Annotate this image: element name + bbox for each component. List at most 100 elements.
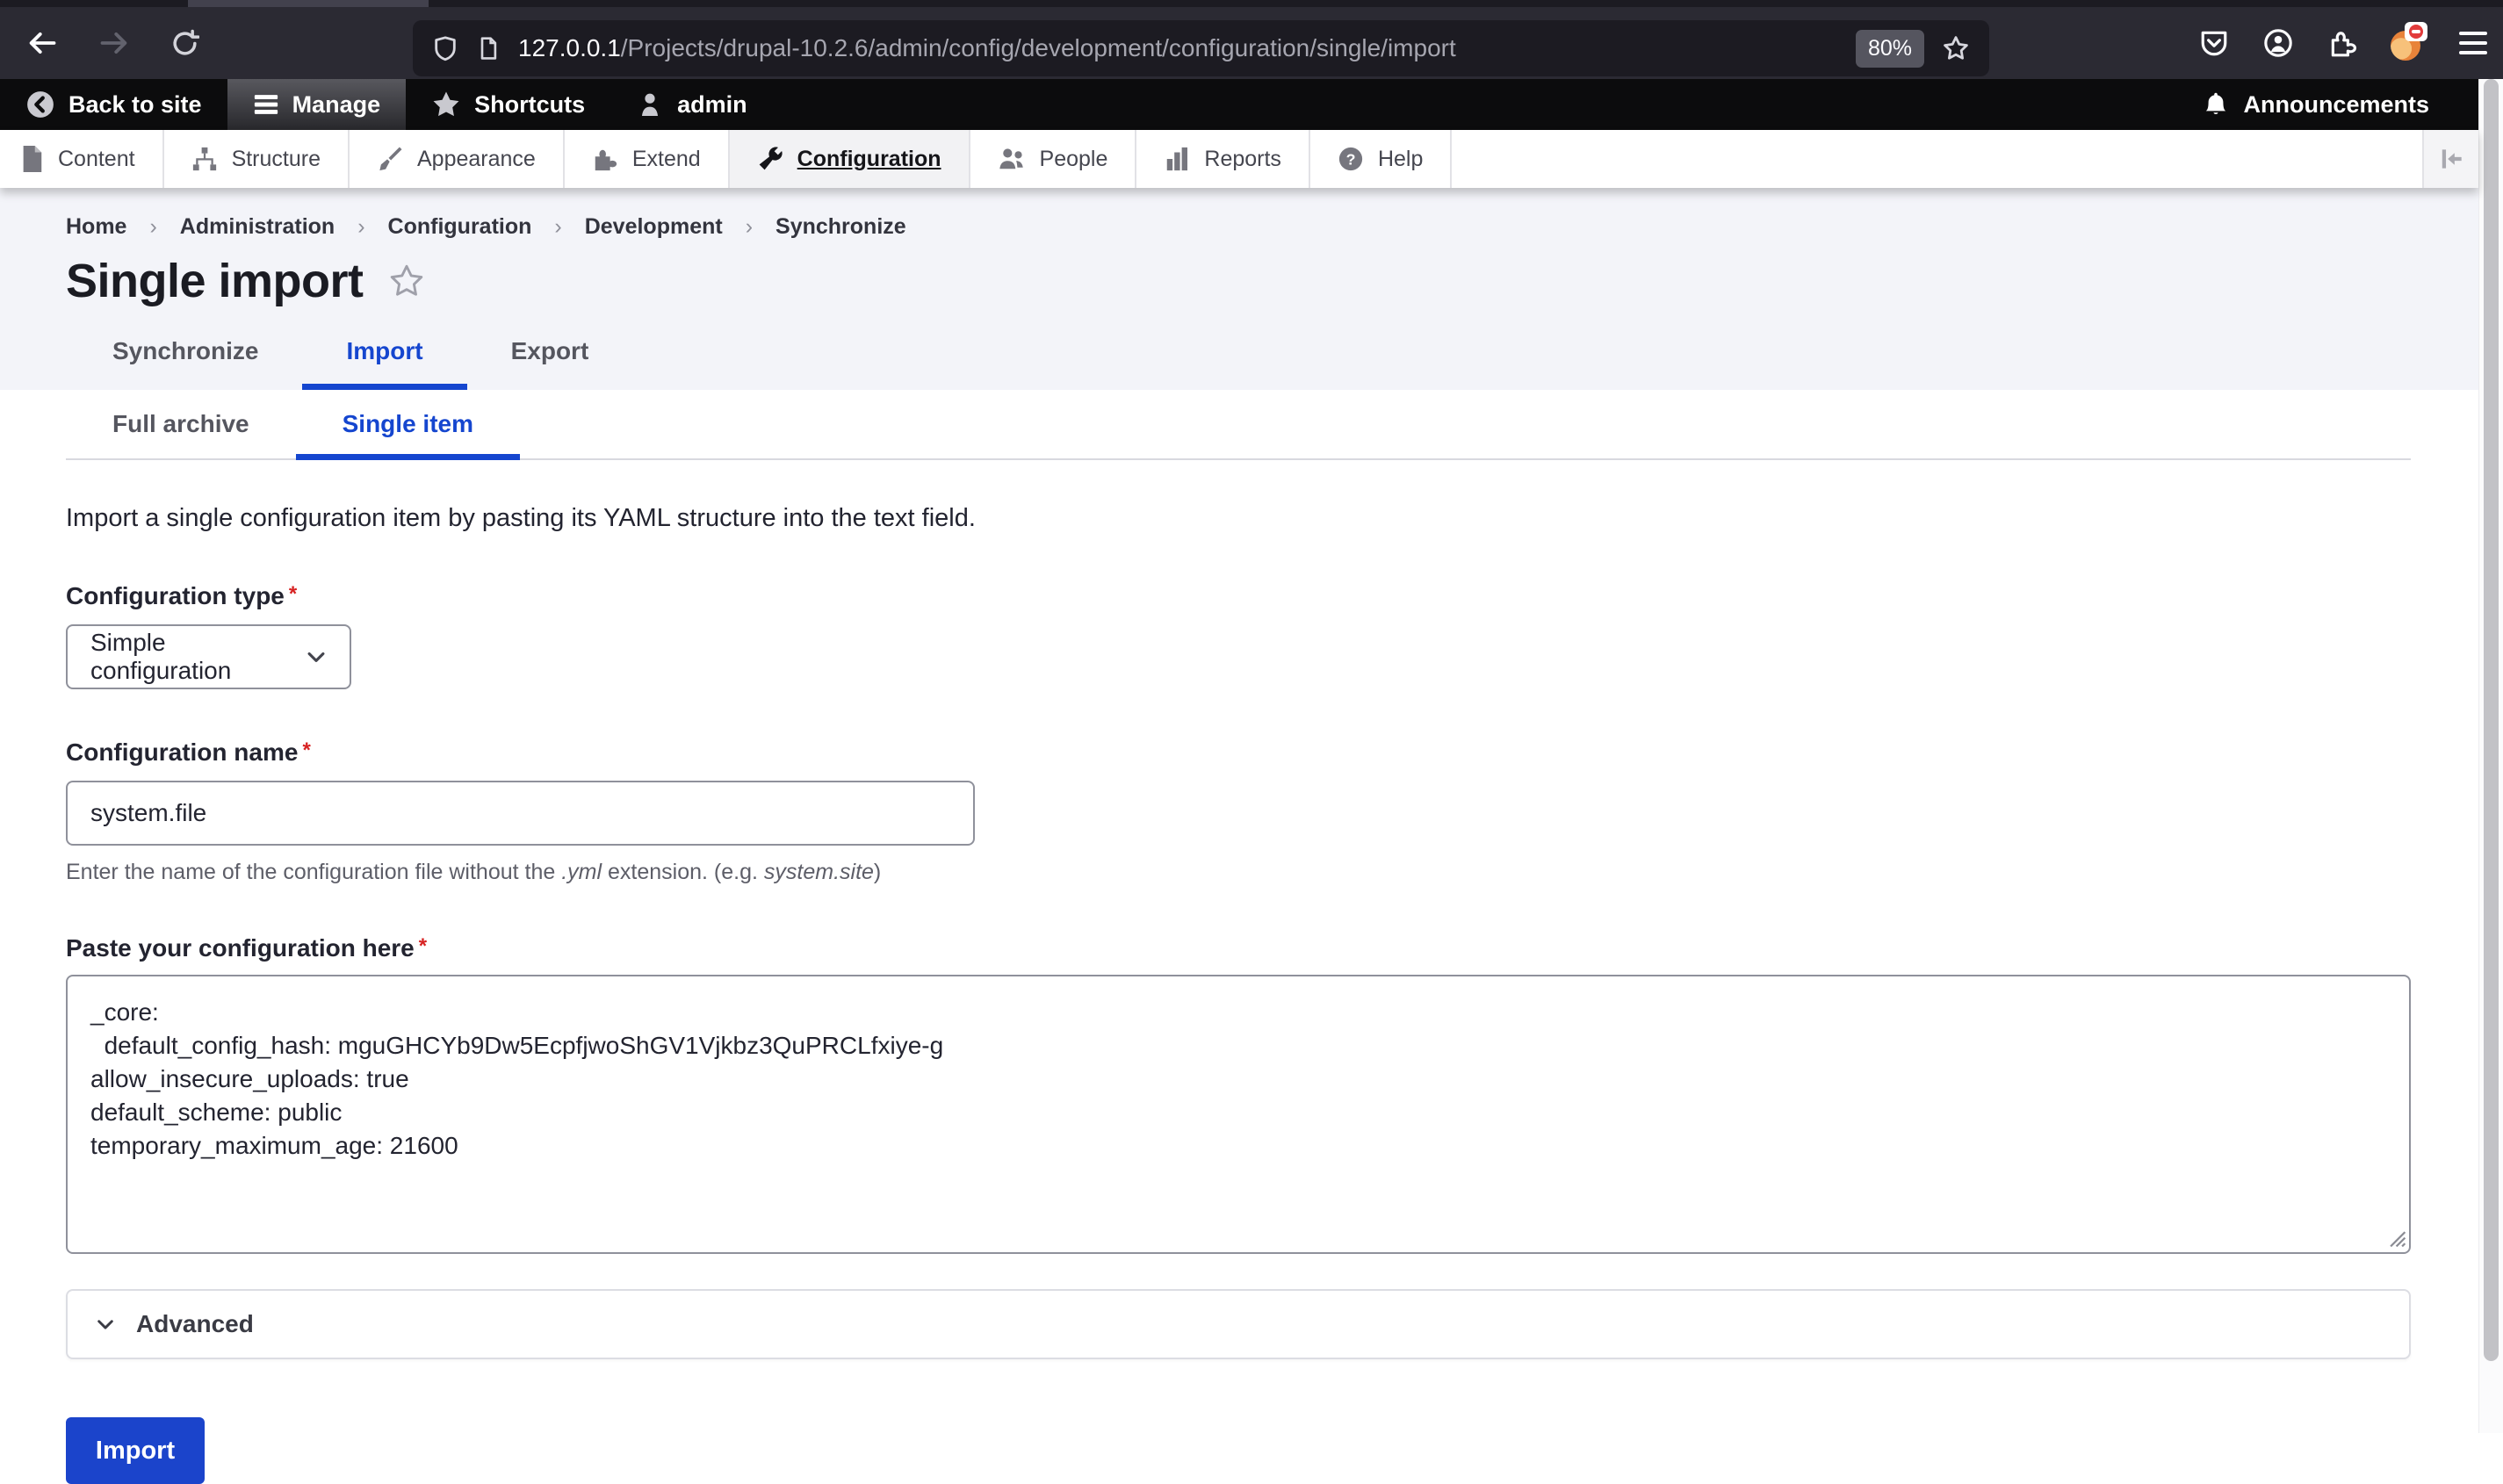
required-marker: * [302,738,310,762]
breadcrumb-development[interactable]: Development [585,214,723,240]
manage-label: Manage [292,91,381,119]
toolbar-item-announcements[interactable]: Announcements [2176,90,2429,119]
admin-menu-reports-label: Reports [1204,147,1281,172]
admin-menu-content[interactable]: Content [0,130,164,188]
bell-icon [2202,90,2230,119]
tab-full-archive[interactable]: Full archive [66,390,296,458]
url-domain: 127.0.0.1 [518,34,621,61]
tab-synchronize[interactable]: Synchronize [69,313,302,390]
breadcrumb: Home › Administration › Configuration › … [0,188,2478,240]
back-to-site-button[interactable]: Back to site [0,79,227,130]
page-scrollbar[interactable] [2478,79,2503,1433]
page-title: Single import [66,254,364,308]
admin-menu-structure[interactable]: Structure [164,130,350,188]
toolbar-collapse-icon [2436,144,2466,174]
toolbar-item-user[interactable]: admin [610,79,773,130]
admin-menu-extend-label: Extend [632,147,701,172]
scrollbar-thumb[interactable] [2484,79,2499,1361]
single-import-form: Import a single configuration item by pa… [0,504,2478,1484]
bookmark-star-icon[interactable] [1942,34,1970,62]
breadcrumb-separator: › [746,214,753,240]
drupal-admin-toolbar: Back to site Manage Shortcuts admin Anno… [0,79,2478,130]
admin-menu-reports[interactable]: Reports [1136,130,1310,188]
adblock-extension-icon[interactable] [2391,25,2426,61]
chevron-down-icon [94,1313,117,1336]
page-icon[interactable] [476,36,501,61]
advanced-label: Advanced [136,1310,254,1338]
tab-export[interactable]: Export [467,313,633,390]
page-header: Home › Administration › Configuration › … [0,188,2478,390]
admin-menu-help[interactable]: ? Help [1310,130,1452,188]
back-to-site-label: Back to site [69,91,202,119]
admin-menu-structure-label: Structure [232,147,321,172]
main-content: Full archive Single item Import a single… [0,390,2478,1433]
zoom-level-badge[interactable]: 80% [1856,30,1924,68]
breadcrumb-administration[interactable]: Administration [180,214,335,240]
primary-tabs: Synchronize Import Export [69,313,632,390]
breadcrumb-synchronize[interactable]: Synchronize [775,214,906,240]
breadcrumb-configuration[interactable]: Configuration [388,214,532,240]
config-name-help: Enter the name of the configuration file… [66,860,2411,885]
admin-menu-people-label: People [1040,147,1108,172]
admin-menu-help-label: Help [1378,147,1423,172]
required-marker: * [289,582,297,606]
config-name-label: Configuration name* [66,738,2411,767]
manage-icon [253,91,279,118]
admin-menu-appearance[interactable]: Appearance [350,130,565,188]
paste-config-label: Paste your configuration here* [66,934,2411,962]
url-path: /Projects/drupal-10.2.6/admin/config/dev… [621,34,1456,61]
admin-menu-bar: Content Structure Appearance Extend Conf… [0,130,2478,188]
user-label: admin [677,91,747,119]
config-name-input[interactable] [66,781,975,846]
svg-text:?: ? [1346,150,1356,168]
admin-menu-extend[interactable]: Extend [565,130,730,188]
browser-active-tab[interactable] [188,0,429,7]
yaml-textarea[interactable]: _core: default_config_hash: mguGHCYb9Dw5… [66,975,2411,1254]
favorite-star-icon[interactable] [388,263,425,299]
tab-single-item[interactable]: Single item [296,390,520,458]
config-type-select[interactable]: Simple configuration [66,624,351,689]
menu-icon[interactable] [2459,25,2487,61]
extensions-icon[interactable] [2327,28,2357,58]
structure-icon [191,146,218,172]
pocket-icon[interactable] [2199,28,2229,58]
user-icon [636,90,664,119]
toolbar-collapse-button[interactable] [2422,130,2478,188]
extend-icon [592,146,618,172]
shortcuts-star-icon [431,90,461,119]
required-marker: * [419,934,427,958]
admin-menu-configuration-label: Configuration [797,147,941,172]
announcements-label: Announcements [2243,91,2429,119]
people-icon [998,146,1026,172]
config-type-value: Simple configuration [90,629,304,685]
reload-icon[interactable] [170,29,199,58]
help-icon: ? [1338,146,1364,172]
toolbar-item-shortcuts[interactable]: Shortcuts [406,79,610,130]
resize-grip-icon[interactable] [2384,1225,2406,1248]
advanced-details-toggle[interactable]: Advanced [66,1289,2411,1359]
account-icon[interactable] [2262,27,2294,59]
content-icon [19,146,44,172]
tab-import[interactable]: Import [302,313,466,390]
shield-icon[interactable] [432,35,458,61]
shortcuts-label: Shortcuts [474,91,585,119]
reports-icon [1164,146,1190,172]
breadcrumb-separator: › [149,214,156,240]
admin-menu-appearance-label: Appearance [417,147,536,172]
back-icon[interactable] [26,27,58,59]
breadcrumb-separator: › [357,214,364,240]
toolbar-item-manage[interactable]: Manage [227,79,407,130]
breadcrumb-separator: › [554,214,561,240]
forward-icon[interactable] [98,27,130,59]
url-text[interactable]: 127.0.0.1/Projects/drupal-10.2.6/admin/c… [518,34,1456,62]
browser-tabstrip [0,0,2503,7]
admin-menu-configuration[interactable]: Configuration [730,130,970,188]
form-description: Import a single configuration item by pa… [66,504,2411,533]
url-bar[interactable]: 127.0.0.1/Projects/drupal-10.2.6/admin/c… [413,20,1989,76]
secondary-tabs: Full archive Single item [66,390,2411,460]
breadcrumb-home[interactable]: Home [66,214,126,240]
import-button[interactable]: Import [66,1417,205,1484]
browser-toolbar: 127.0.0.1/Projects/drupal-10.2.6/admin/c… [0,7,2503,79]
config-type-label: Configuration type* [66,582,2411,610]
admin-menu-people[interactable]: People [970,130,1137,188]
